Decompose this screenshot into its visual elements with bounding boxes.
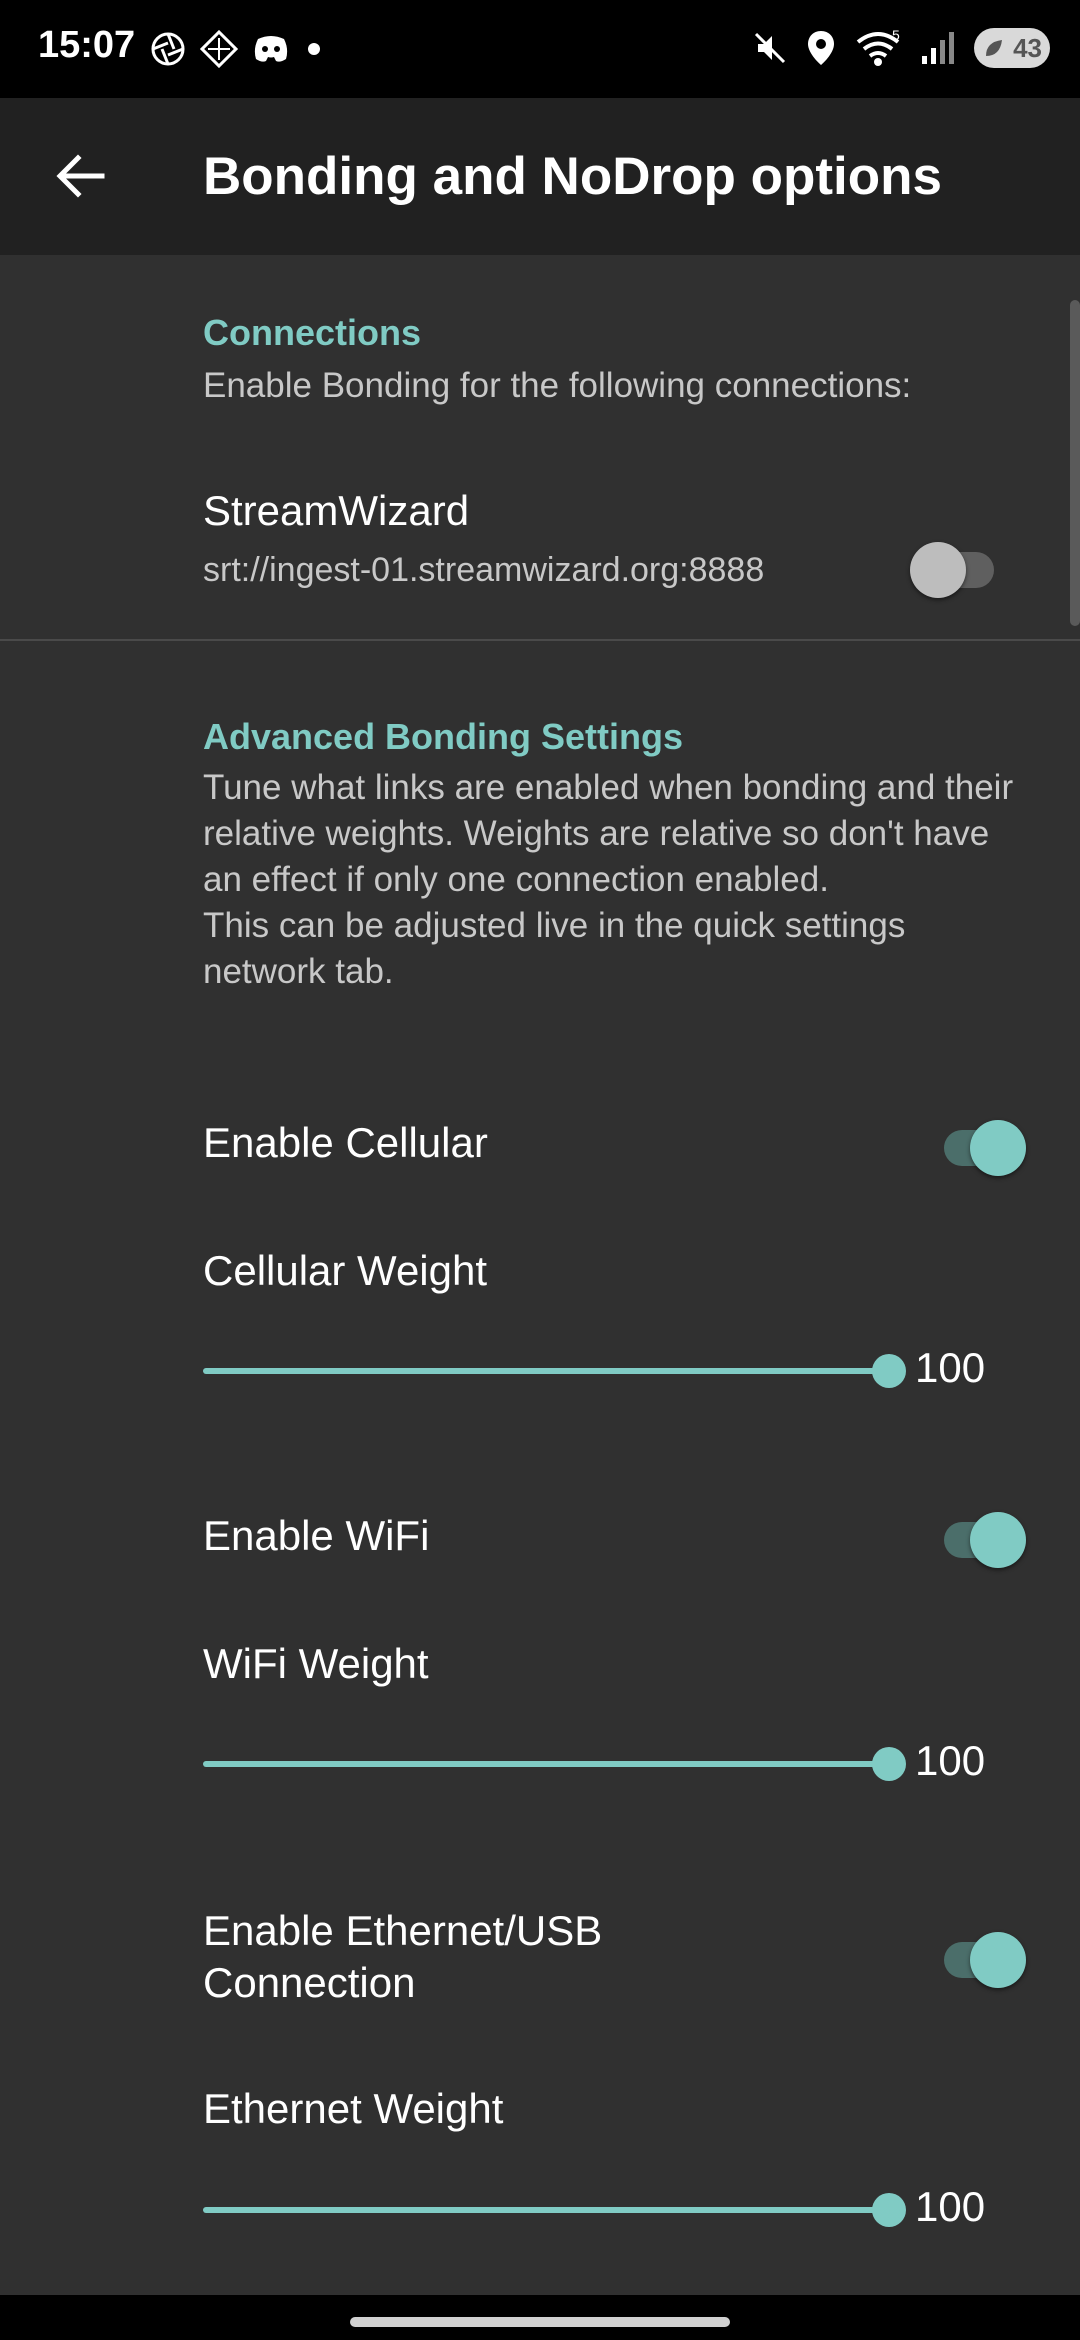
connections-description: Enable Bonding for the following connect…	[203, 366, 912, 405]
advanced-header: Advanced Bonding Settings	[203, 716, 684, 757]
signal-icon	[922, 32, 954, 64]
slider-handle[interactable]	[872, 2193, 906, 2227]
connection-url: srt://ingest-01.streamwizard.org:8888	[203, 551, 765, 589]
slider-rail	[203, 1761, 889, 1767]
page-title: Bonding and NoDrop options	[203, 147, 942, 206]
mute-icon	[754, 32, 786, 64]
cellular-weight-slider[interactable]	[203, 1351, 906, 1391]
battery-level: 43	[1013, 32, 1042, 63]
slider-rail	[203, 2207, 889, 2213]
ethernet-weight-value: 100	[915, 2183, 986, 2230]
advanced-description: Tune what links are enabled when bonding…	[203, 765, 1023, 995]
cellular-toggle[interactable]	[930, 1113, 1026, 1176]
aperture-icon	[151, 32, 185, 66]
app-bar: Bonding and NoDrop options	[0, 98, 1080, 255]
wifi-weight-slider[interactable]	[203, 1744, 906, 1784]
connection-name: StreamWizard	[203, 487, 470, 534]
ethernet-toggle[interactable]	[930, 1925, 1026, 1988]
switch-thumb	[970, 1512, 1026, 1568]
wifi-weight-label: WiFi Weight	[203, 1640, 429, 1687]
wifi-label: 5	[892, 28, 900, 43]
dot-icon	[308, 43, 320, 55]
switch-thumb	[970, 1120, 1026, 1176]
enable-ethernet-label: Enable Ethernet/USB Connection	[203, 1907, 603, 2006]
slider-handle[interactable]	[872, 1747, 906, 1781]
notification-icons	[150, 30, 324, 68]
cellular-weight-label: Cellular Weight	[203, 1247, 488, 1294]
status-time: 15:07	[38, 24, 136, 66]
navigation-bar	[0, 2295, 1080, 2340]
enable-wifi-label: Enable WiFi	[203, 1512, 430, 1559]
connections-header: Connections	[203, 312, 422, 353]
location-icon	[808, 31, 834, 65]
diamond-grid-icon	[200, 30, 238, 68]
cellular-weight-value: 100	[915, 1344, 986, 1391]
system-icons: 5 43	[752, 28, 1050, 68]
back-button[interactable]	[44, 140, 116, 212]
slider-handle[interactable]	[872, 1354, 906, 1388]
scrollbar[interactable]	[1070, 300, 1080, 626]
wifi-toggle[interactable]	[930, 1505, 1026, 1568]
status-bar: 15:07 5 43	[0, 0, 1080, 98]
advanced-description-line2: This can be adjusted live in the quick s…	[203, 906, 906, 991]
advanced-description-line1: Tune what links are enabled when bonding…	[203, 768, 1014, 899]
discord-icon	[254, 36, 288, 62]
slider-rail	[203, 1368, 889, 1374]
arrow-back-icon	[56, 154, 105, 198]
divider	[0, 639, 1080, 641]
streamwizard-toggle[interactable]	[910, 535, 1006, 598]
enable-cellular-label: Enable Cellular	[203, 1119, 488, 1166]
switch-thumb	[970, 1932, 1026, 1988]
ethernet-weight-slider[interactable]	[203, 2190, 906, 2230]
ethernet-weight-label: Ethernet Weight	[203, 2085, 504, 2132]
battery-saver-icon	[986, 40, 1002, 56]
wifi-icon: 5	[856, 28, 900, 66]
battery-indicator: 43	[974, 28, 1050, 68]
home-gesture-handle[interactable]	[350, 2317, 730, 2327]
switch-thumb	[910, 542, 966, 598]
settings-list[interactable]: Connections Enable Bonding for the follo…	[0, 255, 1080, 2295]
wifi-weight-value: 100	[915, 1737, 986, 1784]
